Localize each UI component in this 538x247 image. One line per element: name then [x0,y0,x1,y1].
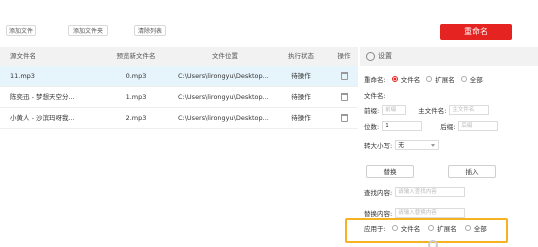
trash-icon [340,114,348,122]
replace-row: 替换内容: 请输入替换内容 [364,208,466,218]
case-select[interactable]: 无 [395,140,440,150]
cell-source: 小黄人 - 沙滨玛呀我... [10,114,75,122]
header-source: 源文件名 [10,52,36,60]
table-row[interactable]: 小黄人 - 沙滨玛呀我... 2.mp3 C:\Users\lirongyu\D… [0,108,358,129]
radio-filename-label[interactable]: 文件名 [401,74,421,84]
header-status: 执行状态 [288,52,314,60]
settings-title: 设置 [378,52,392,60]
prefix-label: 前缀: [364,107,380,115]
insert-button[interactable]: 插入 [448,165,496,178]
rename-mode-row: 重命名: 文件名 扩展名 全部 [364,74,483,84]
cell-location: C:\Users\lirongyu\Desktop... [178,114,269,122]
cell-preview: 2.mp3 [125,114,147,122]
settings-panel: 设置 重命名: 文件名 扩展名 全部 文件名: 前缀: 前缀 主文件名: 主文件… [360,47,538,247]
case-label: 转大小写: [364,142,393,150]
cell-location: C:\Users\lirongyu\Desktop... [178,93,269,101]
radio-ext[interactable] [426,76,433,82]
main-name-input[interactable]: 主文件名 [449,105,490,115]
cell-status: 待操作 [291,72,311,80]
trash-icon [340,72,348,80]
case-row: 转大小写: 无 [364,140,440,150]
cell-source: 陈奕迅 - 梦想天空分... [10,93,75,101]
radio-filename[interactable] [391,76,398,82]
rename-button[interactable]: 重命名 [440,24,512,40]
replace-button[interactable]: 替换 [366,165,414,178]
main-name-label: 主文件名: [418,107,447,115]
cell-preview: 1.mp3 [125,93,147,101]
case-select-value: 无 [398,142,405,149]
cell-status: 待操作 [291,114,311,122]
cell-source: 11.mp3 [10,72,35,80]
find-input[interactable]: 请输入查找内容 [395,187,466,197]
suffix-label: 后缀: [440,123,456,131]
radio-ext-label[interactable]: 扩展名 [435,74,455,84]
header-action: 操作 [337,52,351,60]
toolbar: 添加文件 添加文件夹 清除列表 重命名 [0,0,538,46]
suffix-input[interactable]: 后缀 [458,121,499,131]
find-row: 查找内容: 请输入查找内容 [364,187,466,197]
prefix-row: 前缀: 前缀 主文件名: 主文件名 [364,105,490,115]
add-file-button[interactable]: 添加文件 [6,25,36,36]
radio-all-label[interactable]: 全部 [470,74,483,84]
delete-button[interactable] [330,108,358,128]
settings-header: 设置 [360,47,538,66]
filename-label: 文件名: [364,92,386,100]
header-preview: 预览新文件名 [116,52,156,60]
prefix-input[interactable]: 前缀 [382,105,407,115]
delete-button[interactable] [330,66,358,86]
cell-preview: 0.mp3 [125,72,147,80]
table-row[interactable]: 陈奕迅 - 梦想天空分... 1.mp3 C:\Users\lirongyu\D… [0,87,358,108]
trash-icon [340,93,348,101]
table-row[interactable]: 11.mp3 0.mp3 C:\Users\lirongyu\Desktop..… [0,66,358,87]
gear-icon [366,51,375,61]
cursor-icon [428,240,438,247]
rename-label: 重命名: [364,76,386,84]
replace-label: 替换内容: [364,210,393,218]
add-folder-button[interactable]: 添加文件夹 [68,25,108,36]
cell-location: C:\Users\lirongyu\Desktop... [178,72,269,80]
file-table: 源文件名 预览新文件名 文件位置 执行状态 操作 11.mp3 0.mp3 C:… [0,47,358,129]
digits-input[interactable]: 1 [382,121,423,131]
highlight-box [345,218,508,243]
find-label: 查找内容: [364,189,393,197]
delete-button[interactable] [330,87,358,107]
chevron-down-icon [431,144,436,147]
digits-label: 位数: [364,123,380,131]
header-location: 文件位置 [212,52,238,60]
digits-row: 位数: 1 后缀: 后缀 [364,121,499,131]
table-header: 源文件名 预览新文件名 文件位置 执行状态 操作 [0,47,358,66]
replace-input[interactable]: 请输入替换内容 [395,208,466,218]
clear-list-button[interactable]: 清除列表 [134,25,166,36]
radio-all[interactable] [460,76,467,82]
cell-status: 待操作 [291,93,311,101]
